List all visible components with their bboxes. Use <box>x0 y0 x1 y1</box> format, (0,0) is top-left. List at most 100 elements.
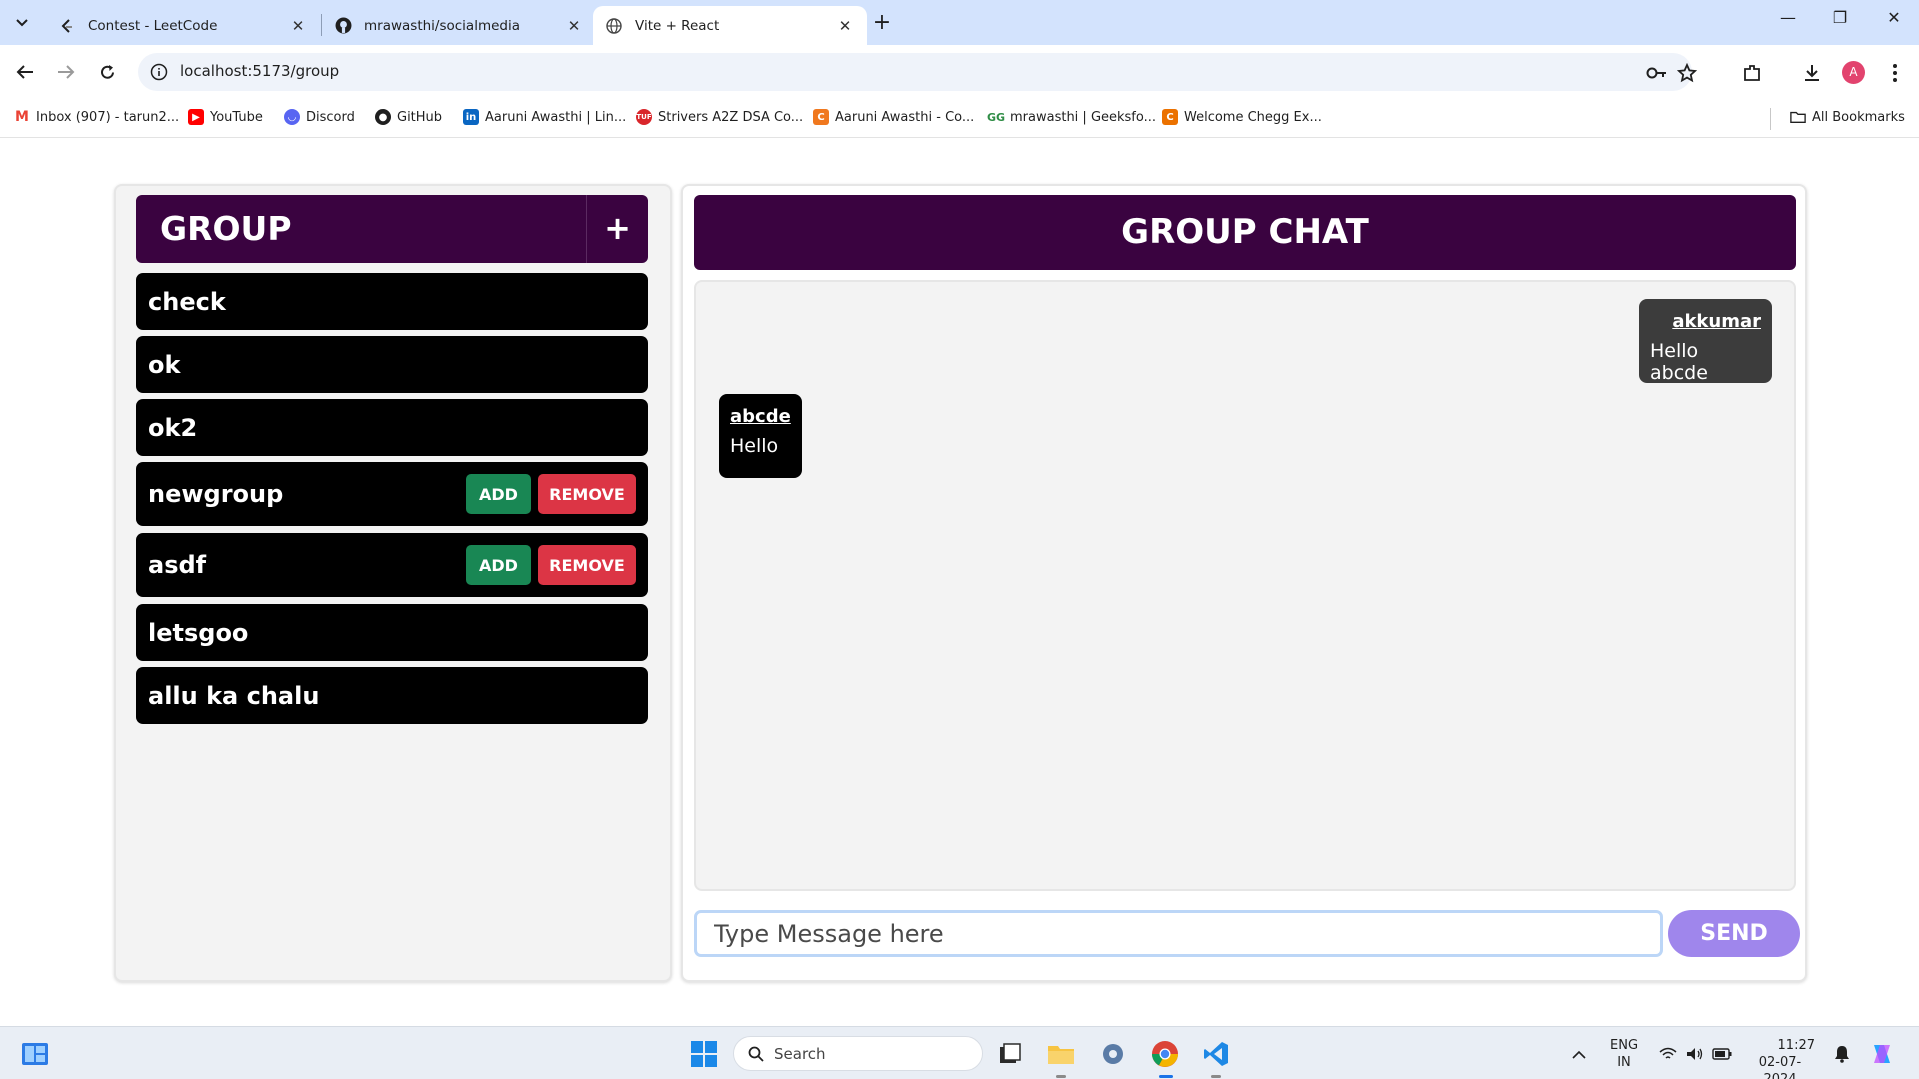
site-info-icon[interactable] <box>150 63 168 81</box>
reload-icon[interactable] <box>92 57 122 87</box>
running-indicator <box>1211 1075 1221 1078</box>
message-input[interactable] <box>694 910 1663 957</box>
close-tab-icon[interactable]: ✕ <box>288 17 308 35</box>
tab-strip: Contest - LeetCode ✕ mrawasthi/socialmed… <box>0 0 1919 45</box>
tab-title: mrawasthi/socialmedia <box>364 17 521 34</box>
group-item-allu-ka-chalu[interactable]: allu ka chalu <box>136 667 648 724</box>
profile-avatar[interactable]: A <box>1842 61 1865 84</box>
bookmark-github[interactable]: ● GitHub <box>375 109 442 125</box>
new-tab-button[interactable]: + <box>868 10 896 38</box>
tab-github-socialmedia[interactable]: mrawasthi/socialmedia ✕ <box>322 6 596 45</box>
message-username[interactable]: akkumar <box>1650 311 1761 332</box>
menu-dots-icon[interactable] <box>1884 62 1906 84</box>
settings-gear-icon[interactable] <box>1097 1038 1129 1070</box>
all-bookmarks-button[interactable]: All Bookmarks <box>1790 109 1905 125</box>
folder-icon <box>1790 109 1806 125</box>
bookmark-star-icon[interactable] <box>1676 62 1698 83</box>
copilot-icon[interactable] <box>1866 1038 1898 1070</box>
close-window-icon[interactable]: ✕ <box>1874 8 1914 36</box>
group-item-check[interactable]: check <box>136 273 648 330</box>
bookmark-label: Aaruni Awasthi | Lin... <box>485 109 627 125</box>
group-item-asdf[interactable]: asdf ADD REMOVE <box>136 533 648 597</box>
message-username[interactable]: abcde <box>730 406 791 427</box>
create-group-button[interactable]: + <box>586 195 648 263</box>
group-name: newgroup <box>148 480 284 508</box>
bookmark-codechef[interactable]: C Aaruni Awasthi - Co... <box>813 109 974 125</box>
group-item-ok[interactable]: ok <box>136 336 648 393</box>
vscode-icon[interactable] <box>1200 1038 1232 1070</box>
group-list: check ok ok2 newgroup ADD REMOVE asdf AD… <box>136 273 648 730</box>
tab-vite-react[interactable]: Vite + React ✕ <box>593 6 867 45</box>
geeksforgeeks-icon: GG <box>986 109 1006 125</box>
bookmark-youtube[interactable]: ▶ YouTube <box>188 109 263 125</box>
language-code: ENG <box>1610 1038 1639 1053</box>
message-bubble-sent: akkumar Hello abcde <box>1639 299 1772 384</box>
taskbar-search-label: Search <box>774 1044 826 1063</box>
add-member-button[interactable]: ADD <box>466 474 531 514</box>
restore-icon[interactable]: ❐ <box>1820 8 1860 36</box>
message-area[interactable]: akkumar Hello abcde abcde Hello <box>694 280 1796 891</box>
task-view-icon[interactable] <box>994 1038 1026 1070</box>
language-indicator[interactable]: ENG IN <box>1610 1037 1638 1071</box>
bookmark-chegg[interactable]: C Welcome Chegg Ex... <box>1162 109 1322 125</box>
notification-bell-icon[interactable] <box>1826 1038 1858 1070</box>
remove-member-button[interactable]: REMOVE <box>538 474 636 514</box>
search-icon <box>748 1046 764 1062</box>
group-name: allu ka chalu <box>148 681 320 710</box>
chegg-icon: C <box>1162 109 1178 125</box>
password-key-icon[interactable] <box>1646 63 1666 83</box>
send-button[interactable]: SEND <box>1668 910 1800 957</box>
linkedin-icon: in <box>463 109 479 125</box>
bookmark-linkedin[interactable]: in Aaruni Awasthi | Lin... <box>463 109 626 125</box>
remove-member-button[interactable]: REMOVE <box>538 545 636 585</box>
chrome-icon[interactable] <box>1149 1038 1181 1070</box>
running-indicator <box>1056 1075 1066 1078</box>
tab-search-button[interactable] <box>10 11 34 35</box>
bookmark-label: Aaruni Awasthi - Co... <box>835 109 975 125</box>
bookmark-discord[interactable]: ◡ Discord <box>284 109 355 125</box>
chat-panel: GROUP CHAT akkumar Hello abcde abcde Hel… <box>681 184 1807 982</box>
download-icon[interactable] <box>1801 62 1823 84</box>
tuf-icon: TUF <box>636 109 652 125</box>
bookmark-strivers[interactable]: TUF Strivers A2Z DSA Co... <box>636 109 803 125</box>
group-name: asdf <box>148 551 207 579</box>
back-arrow-icon[interactable] <box>10 57 40 87</box>
add-member-button[interactable]: ADD <box>466 545 531 585</box>
tab-title: Vite + React <box>635 17 720 34</box>
bookmark-gmail[interactable]: M Inbox (907) - tarun2... <box>14 109 179 125</box>
chevron-up-icon[interactable] <box>1563 1038 1595 1070</box>
bookmark-label: Inbox (907) - tarun2... <box>36 109 180 125</box>
forward-arrow-icon[interactable] <box>51 57 81 87</box>
browser-toolbar: localhost:5173/group A <box>0 45 1919 100</box>
address-bar[interactable]: localhost:5173/group <box>138 53 1698 91</box>
bookmark-divider <box>1770 108 1771 130</box>
bookmark-geeksforgeeks[interactable]: GG mrawasthi | Geeksfo... <box>986 109 1157 125</box>
group-item-ok2[interactable]: ok2 <box>136 399 648 456</box>
bookmarks-bar: M Inbox (907) - tarun2... ▶ YouTube ◡ Di… <box>0 100 1919 138</box>
page-viewport: GROUP + check ok ok2 newgroup ADD REMOVE… <box>0 139 1919 1026</box>
region-code: IN <box>1617 1055 1631 1070</box>
bookmark-label: Welcome Chegg Ex... <box>1184 109 1322 125</box>
bookmark-label: mrawasthi | Geeksfo... <box>1010 109 1157 125</box>
tab-leetcode[interactable]: Contest - LeetCode ✕ <box>46 6 320 45</box>
close-tab-icon[interactable]: ✕ <box>564 17 584 35</box>
widgets-icon[interactable] <box>19 1038 51 1070</box>
bookmark-label: GitHub <box>397 109 443 125</box>
bookmark-label: Strivers A2Z DSA Co... <box>658 109 804 125</box>
battery-icon[interactable] <box>1706 1038 1738 1070</box>
file-explorer-icon[interactable] <box>1045 1038 1077 1070</box>
minimize-icon[interactable]: — <box>1768 8 1808 36</box>
taskbar-search[interactable]: Search <box>733 1036 983 1071</box>
group-item-newgroup[interactable]: newgroup ADD REMOVE <box>136 462 648 526</box>
leetcode-icon <box>58 17 76 35</box>
group-name: check <box>148 287 226 316</box>
extensions-icon[interactable] <box>1741 62 1763 84</box>
taskbar: Search ENG IN 11:27 02-07-2024 <box>0 1026 1919 1079</box>
close-tab-icon[interactable]: ✕ <box>835 17 855 35</box>
running-indicator <box>1159 1075 1173 1078</box>
windows-start-icon[interactable] <box>688 1038 720 1070</box>
clock[interactable]: 11:27 02-07-2024 <box>1745 1037 1815 1079</box>
globe-icon <box>605 17 623 35</box>
message-text: Hello abcde <box>1650 340 1708 384</box>
group-item-letsgoo[interactable]: letsgoo <box>136 604 648 661</box>
